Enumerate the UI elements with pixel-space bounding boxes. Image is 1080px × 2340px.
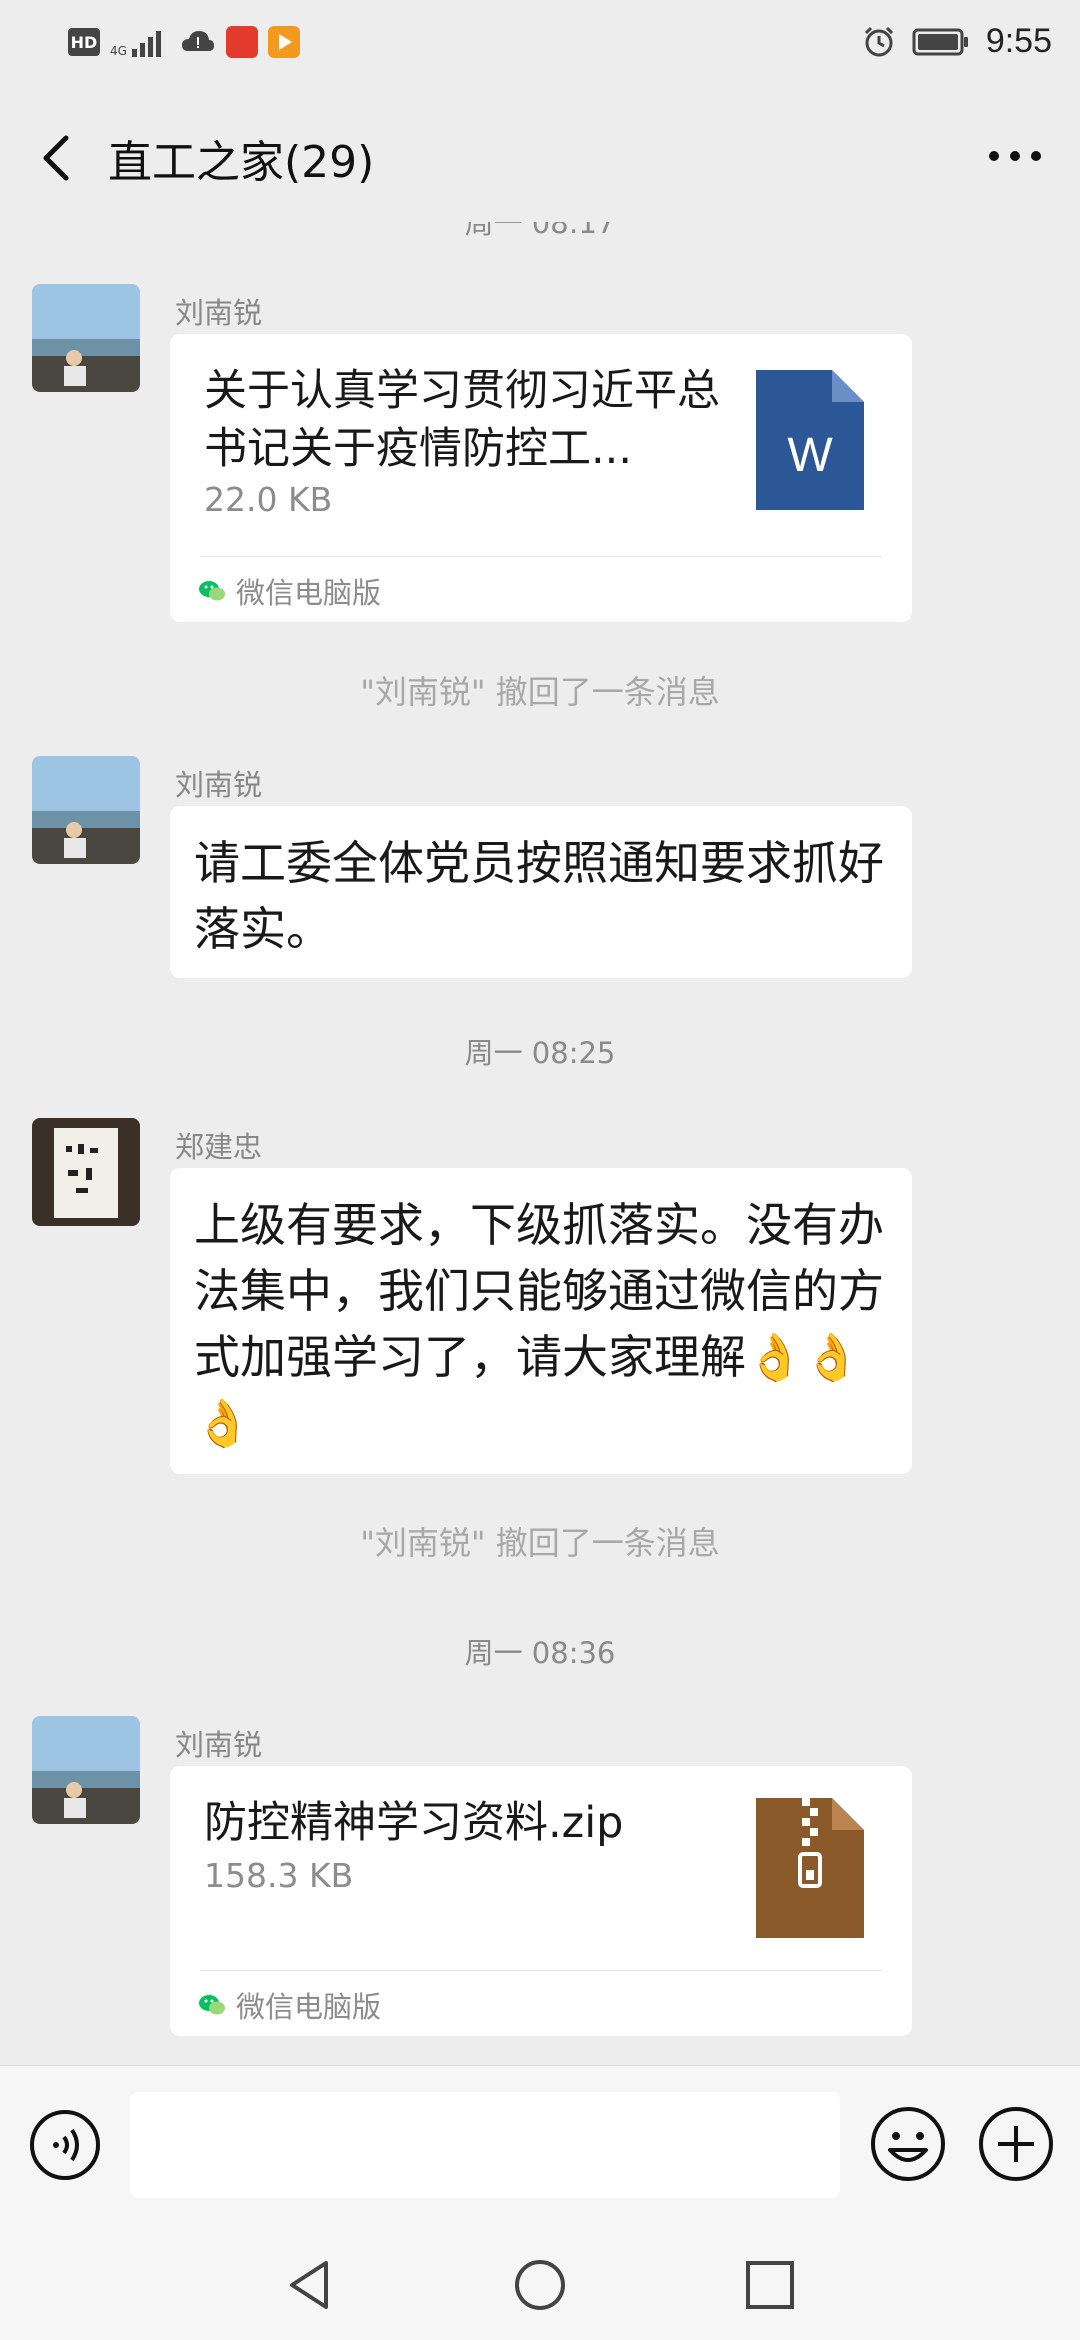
sender-name: 刘南锐 xyxy=(175,1728,263,1762)
more-dots-icon xyxy=(989,151,1041,161)
back-button[interactable] xyxy=(28,122,88,192)
message-text: 上级有要求，下级抓落实。没有办法集中，我们只能够通过微信的方式加强学习了，请大家… xyxy=(194,1198,884,1450)
file-message[interactable]: 防控精神学习资料.zip 158.3 KB 微信电脑版 xyxy=(170,1766,912,2036)
file-source: 微信电脑版 xyxy=(198,1984,381,2026)
more-functions-button[interactable] xyxy=(976,2104,1056,2184)
timestamp: 周一 08:25 xyxy=(464,1036,616,1070)
network-type: 4G xyxy=(110,44,127,58)
sender-name: 郑建忠 xyxy=(175,1130,263,1164)
avatar[interactable] xyxy=(32,756,140,864)
sender-name: 刘南锐 xyxy=(175,296,263,330)
square-recent-icon xyxy=(746,2261,794,2309)
app-notification-icon xyxy=(225,26,258,58)
circle-home-icon xyxy=(515,2260,565,2310)
timestamp: 周一 08:36 xyxy=(464,1636,616,1670)
file-source-label: 微信电脑版 xyxy=(236,1990,382,2024)
chat-header: 直工之家(29) xyxy=(0,92,1080,222)
system-nav-bar xyxy=(0,2223,1080,2340)
file-source-label: 微信电脑版 xyxy=(236,576,382,610)
chat-title: 直工之家(29) xyxy=(108,137,375,188)
text-message[interactable]: 上级有要求，下级抓落实。没有办法集中，我们只能够通过微信的方式加强学习了，请大家… xyxy=(170,1168,912,1474)
clock: 9:55 xyxy=(985,22,1052,60)
file-name: 防控精神学习资料.zip xyxy=(204,1798,624,1848)
hd-badge: HD xyxy=(68,28,100,56)
wechat-icon xyxy=(199,581,225,601)
file-name: 关于认真学习贯彻习近平总书记关于疫情防控工... xyxy=(204,366,720,474)
triangle-back-icon xyxy=(290,2261,328,2309)
status-icons-right: 9:55 xyxy=(862,22,1052,61)
smiley-icon xyxy=(871,2107,945,2181)
cloud-icon xyxy=(181,31,214,51)
timestamp: 周一 08:17 xyxy=(464,222,616,240)
input-bar xyxy=(0,2065,1080,2223)
wechat-icon xyxy=(199,1995,225,2015)
status-icons-left: HD 4G xyxy=(68,26,300,58)
play-notification-icon xyxy=(267,26,300,58)
divider xyxy=(200,1970,882,1971)
more-options-button[interactable] xyxy=(980,126,1050,186)
nav-back-button[interactable] xyxy=(280,2255,340,2315)
chevron-left-icon xyxy=(43,135,69,181)
message-input[interactable] xyxy=(130,2092,840,2198)
voice-button[interactable] xyxy=(28,2108,102,2182)
plus-circle-icon xyxy=(979,2107,1053,2181)
file-source: 微信电脑版 xyxy=(198,570,381,612)
voice-icon xyxy=(30,2110,100,2180)
message-text: 请工委全体党员按照通知要求抓好落实。 xyxy=(194,836,884,956)
recall-notice: "刘南锐" 撤回了一条消息 xyxy=(360,1524,720,1562)
battery-icon xyxy=(912,28,968,55)
message-list[interactable]: 周一 08:17 刘南锐 关于认真学习贯彻习近平总书记关于疫情防控工... 22… xyxy=(0,222,1080,2065)
avatar[interactable] xyxy=(32,284,140,392)
nav-home-button[interactable] xyxy=(510,2255,570,2315)
file-size: 158.3 KB xyxy=(204,1856,354,1895)
word-file-icon: W xyxy=(756,370,864,510)
avatar[interactable] xyxy=(32,1118,140,1226)
sender-name: 刘南锐 xyxy=(175,768,263,802)
signal-icon: 4G xyxy=(110,27,170,57)
recall-notice: "刘南锐" 撤回了一条消息 xyxy=(360,673,720,711)
word-file-letter: W xyxy=(787,429,833,482)
status-bar: HD 4G 9:55 xyxy=(0,0,1080,92)
nav-recent-button[interactable] xyxy=(740,2255,800,2315)
text-message[interactable]: 请工委全体党员按照通知要求抓好落实。 xyxy=(170,806,912,978)
alarm-icon xyxy=(864,26,893,56)
emoji-button[interactable] xyxy=(868,2104,948,2184)
divider xyxy=(200,556,882,557)
file-size: 22.0 KB xyxy=(204,480,333,519)
file-message[interactable]: 关于认真学习贯彻习近平总书记关于疫情防控工... 22.0 KB W 微信电脑版 xyxy=(170,334,912,622)
zip-file-icon xyxy=(756,1798,864,1938)
avatar[interactable] xyxy=(32,1716,140,1824)
